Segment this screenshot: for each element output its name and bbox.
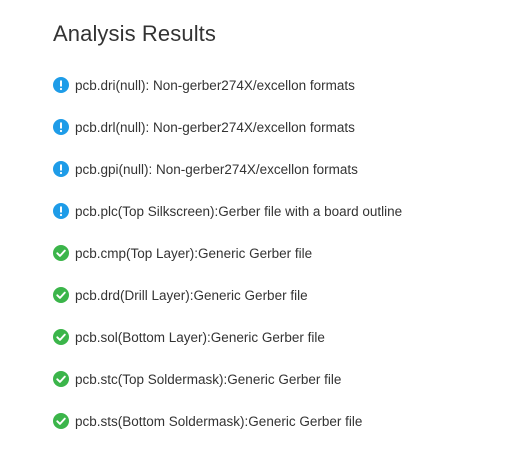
result-text: pcb.gpi(null): Non-gerber274X/excellon f… — [75, 161, 358, 177]
info-icon — [53, 203, 69, 219]
info-icon — [53, 119, 69, 135]
result-row: pcb.cmp(Top Layer):Generic Gerber file — [53, 232, 402, 274]
check-circle-icon — [53, 371, 69, 387]
result-text: pcb.sol(Bottom Layer):Generic Gerber fil… — [75, 329, 325, 345]
result-text: pcb.drd(Drill Layer):Generic Gerber file — [75, 287, 308, 303]
result-text: pcb.stc(Top Soldermask):Generic Gerber f… — [75, 371, 342, 387]
result-row: pcb.sol(Bottom Layer):Generic Gerber fil… — [53, 316, 402, 358]
result-row: pcb.plc(Top Silkscreen):Gerber file with… — [53, 190, 402, 232]
result-text: pcb.drl(null): Non-gerber274X/excellon f… — [75, 119, 355, 135]
result-text: pcb.plc(Top Silkscreen):Gerber file with… — [75, 203, 403, 219]
analysis-results-panel: Analysis Results pcb.dri(null): Non-gerb… — [53, 19, 508, 429]
results-list: pcb.dri(null): Non-gerber274X/excellon f… — [53, 64, 402, 442]
page-title: Analysis Results — [53, 21, 216, 46]
result-row: pcb.sts(Bottom Soldermask):Generic Gerbe… — [53, 400, 402, 442]
result-row: pcb.drl(null): Non-gerber274X/excellon f… — [53, 106, 402, 148]
check-circle-icon — [53, 245, 69, 261]
result-row: pcb.dri(null): Non-gerber274X/excellon f… — [53, 64, 402, 106]
result-text: pcb.cmp(Top Layer):Generic Gerber file — [75, 245, 313, 261]
info-icon — [53, 77, 69, 93]
result-text: pcb.sts(Bottom Soldermask):Generic Gerbe… — [75, 413, 363, 429]
check-circle-icon — [53, 287, 69, 303]
result-text: pcb.dri(null): Non-gerber274X/excellon f… — [75, 77, 355, 93]
check-circle-icon — [53, 413, 69, 429]
check-circle-icon — [53, 329, 69, 345]
result-row: pcb.gpi(null): Non-gerber274X/excellon f… — [53, 148, 402, 190]
result-row: pcb.drd(Drill Layer):Generic Gerber file — [53, 274, 402, 316]
result-row: pcb.stc(Top Soldermask):Generic Gerber f… — [53, 358, 402, 400]
info-icon — [53, 161, 69, 177]
